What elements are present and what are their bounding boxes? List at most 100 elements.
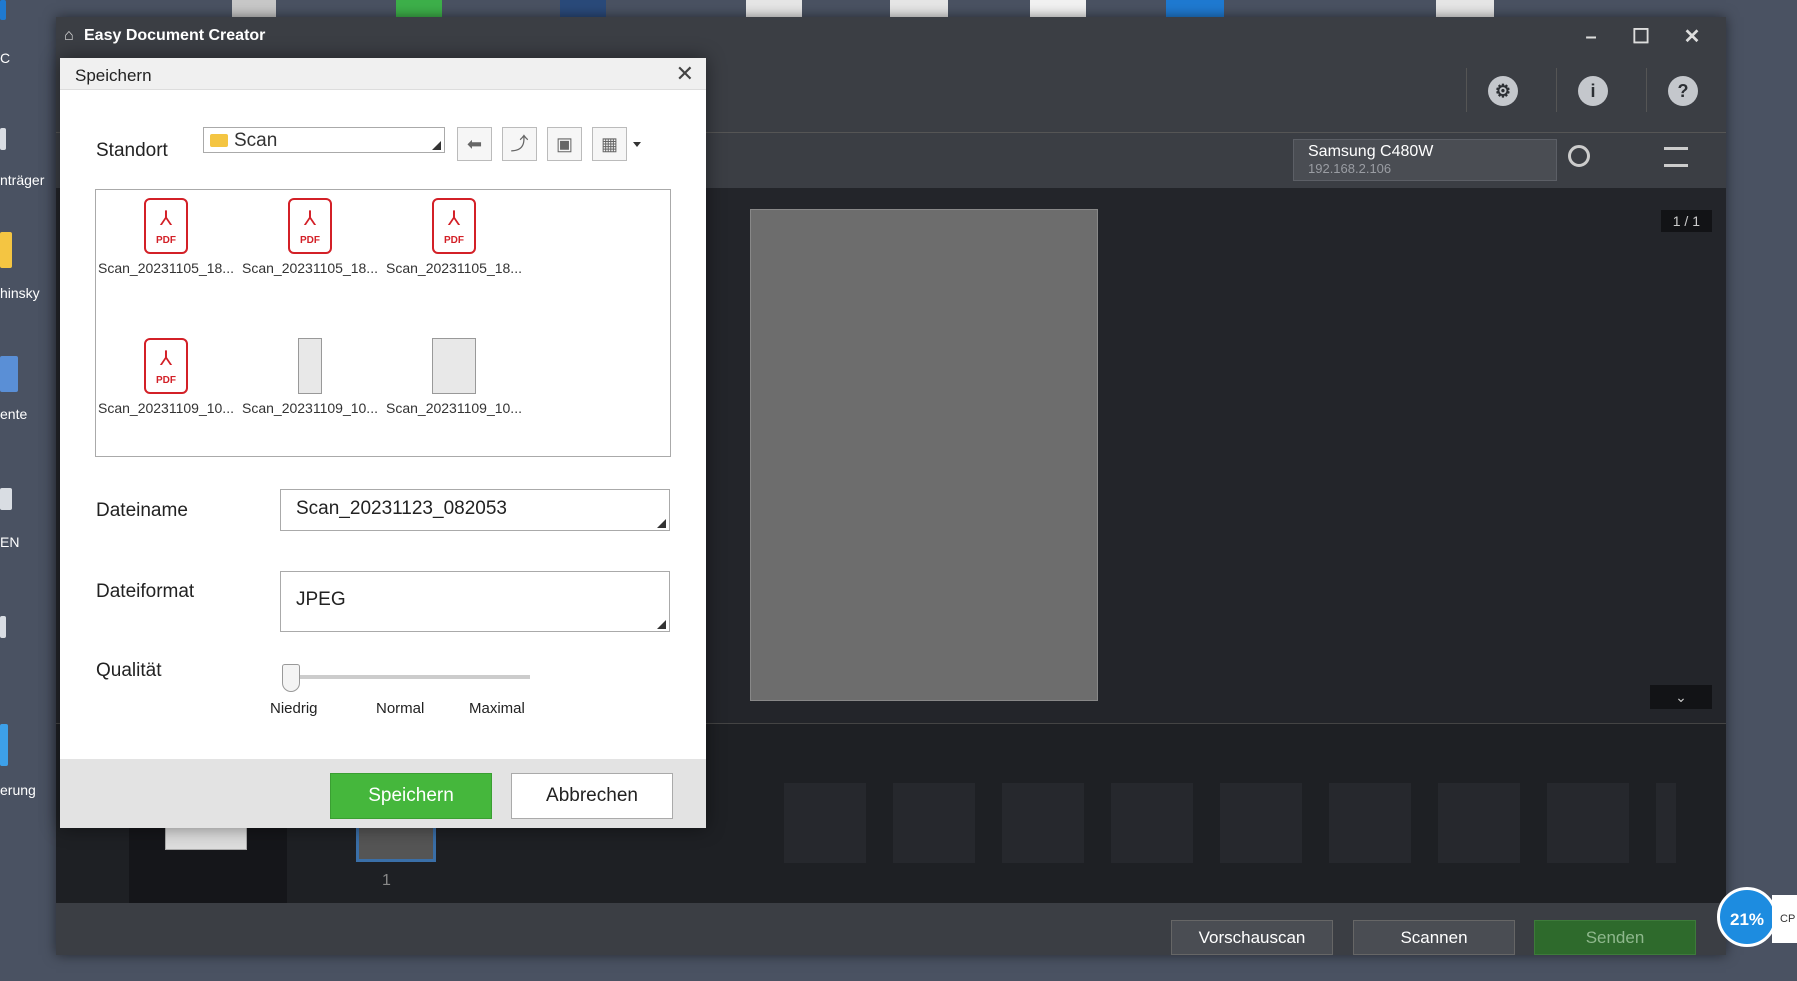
dropdown-arrow-icon bbox=[657, 620, 666, 629]
file-browser: ⅄ PDF Scan_20231105_18... ⅄ PDF Scan_20231… bbox=[95, 189, 671, 457]
file-item[interactable]: ⅄ PDF Scan_20231109_10... bbox=[96, 330, 236, 450]
desktop-icon[interactable] bbox=[0, 232, 12, 268]
desktop-file-icon[interactable] bbox=[232, 0, 276, 18]
device-select[interactable]: Samsung C480W 192.168.2.106 bbox=[1293, 139, 1557, 181]
chevron-down-icon[interactable]: ⌄ bbox=[1650, 685, 1712, 709]
desktop-file-icon[interactable] bbox=[1436, 0, 1494, 18]
desktop-file-icon[interactable] bbox=[396, 0, 442, 18]
desktop-icon[interactable] bbox=[0, 356, 18, 392]
thumbnail-slot bbox=[1002, 783, 1084, 863]
file-name: Scan_20231105_18... bbox=[242, 260, 378, 276]
quality-slider-track[interactable] bbox=[290, 675, 530, 679]
file-item[interactable]: ⅄ PDF Scan_20231105_18... bbox=[96, 190, 236, 310]
new-folder-icon: ▣ bbox=[555, 134, 573, 154]
grid-view-icon: ▦ bbox=[600, 134, 618, 154]
app-title: Easy Document Creator bbox=[84, 27, 266, 44]
maximize-button[interactable]: ☐ bbox=[1619, 23, 1663, 51]
new-folder-button[interactable]: ▣ bbox=[547, 127, 582, 161]
quality-max-label: Maximal bbox=[469, 700, 525, 717]
pdf-file-icon: ⅄ PDF bbox=[144, 338, 188, 394]
view-mode-button[interactable]: ▦ bbox=[592, 127, 627, 161]
desktop-icon[interactable] bbox=[0, 616, 6, 638]
gear-icon[interactable]: ⚙ bbox=[1488, 76, 1518, 106]
page-preview[interactable] bbox=[750, 209, 1098, 701]
dialog-title: Speichern bbox=[75, 66, 152, 85]
cpu-usage-badge[interactable]: 21% bbox=[1717, 887, 1777, 947]
location-label: Standort bbox=[96, 140, 168, 161]
thumbnail-slot bbox=[1656, 783, 1676, 863]
dialog-footer: Speichern Abbrechen bbox=[60, 759, 706, 828]
file-name: Scan_20231105_18... bbox=[98, 260, 234, 276]
close-icon[interactable]: ✕ bbox=[676, 61, 694, 87]
quality-slider-handle[interactable] bbox=[282, 664, 300, 692]
menu-settings-icon[interactable] bbox=[1664, 147, 1688, 167]
home-icon[interactable]: ⌂ bbox=[64, 27, 74, 45]
search-icon[interactable] bbox=[1568, 145, 1590, 167]
format-label: Dateiformat bbox=[96, 581, 195, 602]
device-name: Samsung C480W bbox=[1308, 143, 1434, 160]
back-button[interactable]: ⬅ bbox=[457, 127, 492, 161]
desktop-icon[interactable] bbox=[0, 128, 6, 150]
preview-scan-button[interactable]: Vorschauscan bbox=[1171, 920, 1333, 955]
thumbnail-slot bbox=[1111, 783, 1193, 863]
dropdown-arrow-icon bbox=[432, 141, 441, 150]
minimize-button[interactable]: – bbox=[1569, 23, 1613, 51]
image-file-icon bbox=[298, 338, 322, 394]
desktop-label: hinsky bbox=[0, 285, 40, 301]
filename-field[interactable]: Scan_20231123_082053 bbox=[280, 489, 670, 531]
app-titlebar: ⌂ Easy Document Creator – ☐ ✕ bbox=[56, 17, 1726, 56]
dialog-titlebar: Speichern ✕ bbox=[60, 58, 706, 90]
action-bar: Vorschauscan Scannen Senden bbox=[56, 903, 1726, 955]
file-item[interactable]: Scan_20231109_10... bbox=[384, 330, 524, 450]
thumbnail-slot bbox=[1438, 783, 1520, 863]
desktop-icon[interactable] bbox=[0, 488, 12, 510]
quality-low-label: Niedrig bbox=[270, 700, 318, 717]
thumbnail-slot bbox=[1220, 783, 1302, 863]
desktop-file-icon[interactable] bbox=[1030, 0, 1086, 18]
file-item[interactable]: Scan_20231109_10... bbox=[240, 330, 380, 450]
desktop-file-icon[interactable] bbox=[746, 0, 802, 18]
view-mode-dropdown-icon[interactable] bbox=[633, 142, 641, 147]
file-item[interactable]: ⅄ PDF Scan_20231105_18... bbox=[384, 190, 524, 310]
resize-grip-icon bbox=[657, 519, 666, 528]
cancel-button[interactable]: Abbrechen bbox=[511, 773, 673, 819]
desktop-icon[interactable] bbox=[0, 724, 8, 766]
thumbnail-slot bbox=[893, 783, 975, 863]
format-value: JPEG bbox=[296, 589, 346, 610]
image-file-icon bbox=[432, 338, 476, 394]
toolbar-divider bbox=[1466, 68, 1467, 112]
file-name: Scan_20231105_18... bbox=[386, 260, 522, 276]
toolbar-divider bbox=[1646, 68, 1647, 112]
file-name: Scan_20231109_10... bbox=[98, 400, 234, 416]
page-counter: 1 / 1 bbox=[1660, 210, 1712, 232]
info-icon[interactable]: i bbox=[1578, 76, 1608, 106]
scan-button[interactable]: Scannen bbox=[1353, 920, 1515, 955]
save-dialog: Speichern ✕ Standort Scan ⬅ ⤴ ▣ ▦ ⅄ PDF S… bbox=[60, 58, 706, 828]
help-icon[interactable]: ? bbox=[1668, 76, 1698, 106]
thumbnail-number: 1 bbox=[382, 872, 391, 889]
desktop-label: ente bbox=[0, 406, 28, 422]
desktop-label: C bbox=[0, 50, 11, 66]
pdf-file-icon: ⅄ PDF bbox=[144, 198, 188, 254]
location-value: Scan bbox=[234, 130, 278, 151]
send-button[interactable]: Senden bbox=[1534, 920, 1696, 955]
save-button[interactable]: Speichern bbox=[330, 773, 492, 819]
quality-label: Qualität bbox=[96, 660, 162, 681]
desktop-app-icon[interactable] bbox=[560, 0, 606, 18]
up-folder-button[interactable]: ⤴ bbox=[502, 127, 537, 161]
close-window-button[interactable]: ✕ bbox=[1670, 23, 1714, 51]
desktop-app-icon[interactable] bbox=[1166, 0, 1224, 18]
format-select[interactable]: JPEG bbox=[280, 571, 670, 632]
back-arrow-icon: ⬅ bbox=[466, 134, 483, 154]
up-folder-icon: ⤴ bbox=[510, 134, 529, 154]
thumbnail-slot bbox=[1547, 783, 1629, 863]
location-select[interactable]: Scan bbox=[203, 127, 445, 153]
file-name: Scan_20231109_10... bbox=[242, 400, 378, 416]
thumbnail-slot bbox=[1329, 783, 1411, 863]
toolbar-divider bbox=[1556, 68, 1557, 112]
desktop-label: nträger bbox=[0, 172, 45, 188]
desktop-icon[interactable] bbox=[0, 0, 6, 20]
file-item[interactable]: ⅄ PDF Scan_20231105_18... bbox=[240, 190, 380, 310]
cpu-usage-panel: CP bbox=[1772, 895, 1797, 943]
desktop-file-icon[interactable] bbox=[890, 0, 948, 18]
